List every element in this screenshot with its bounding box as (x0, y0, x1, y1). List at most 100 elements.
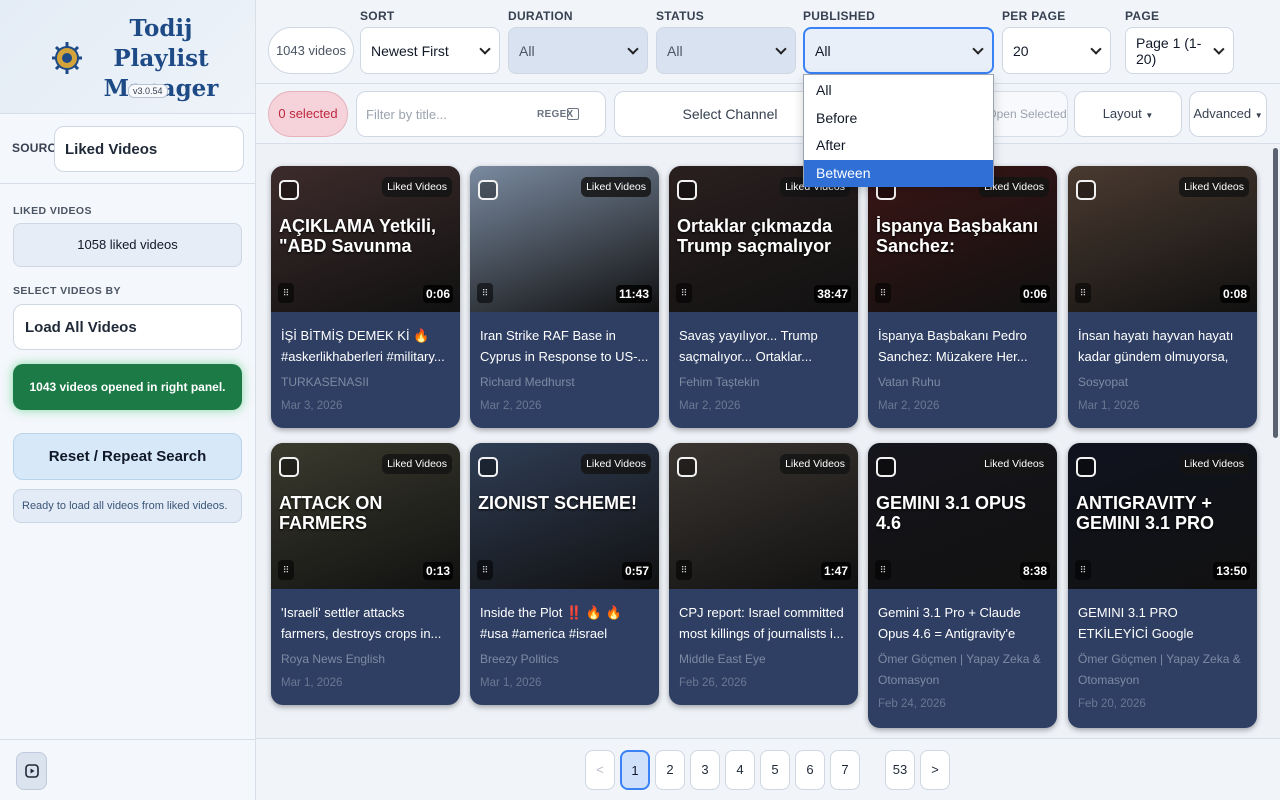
page-button[interactable]: 6 (795, 750, 825, 790)
video-title[interactable]: CPJ report: Israel committed most killin… (679, 602, 848, 646)
status-label: STATUS (656, 9, 705, 23)
video-thumbnail[interactable]: AÇIKLAMA Yetkili, "ABD Savunma Liked Vide… (271, 166, 460, 312)
source-badge: Liked Videos (581, 454, 651, 474)
video-card[interactable]: ZIONIST SCHEME! Liked Videos ⠿ 0:57 Inside t… (470, 443, 659, 705)
video-channel[interactable]: Ömer Göçmen | Yapay Zeka & Otomasyon (1078, 649, 1247, 691)
page-button[interactable]: 1 (620, 750, 650, 790)
video-thumbnail[interactable]: İspanya Başbakanı Sanchez: Liked Videos ⠿ 0… (868, 166, 1057, 312)
video-channel[interactable]: Sosyopat (1078, 372, 1247, 393)
sort-select[interactable]: Newest First (360, 27, 500, 74)
prev-page-button[interactable]: < (585, 750, 615, 790)
video-title[interactable]: Inside the Plot ‼️ 🔥 🔥 #usa #america #is… (480, 602, 649, 646)
advanced-menu-button[interactable]: Advanced ▼ (1189, 91, 1267, 137)
next-page-button[interactable]: > (920, 750, 950, 790)
page-select[interactable]: Page 1 (1-20) (1125, 27, 1234, 74)
video-channel[interactable]: Middle East Eye (679, 649, 848, 670)
video-card[interactable]: Liked Videos ⠿ 0:08 İnsan hayatı hayvan hay… (1068, 166, 1257, 428)
drag-handle-icon[interactable]: ⠿ (278, 560, 294, 580)
video-channel[interactable]: Fehim Taştekin (679, 372, 848, 393)
select-checkbox[interactable] (876, 457, 896, 477)
video-title[interactable]: Gemini 3.1 Pro + Claude Opus 4.6 = Antig… (878, 602, 1047, 646)
video-thumbnail[interactable]: ZIONIST SCHEME! Liked Videos ⠿ 0:57 (470, 443, 659, 589)
video-card[interactable]: GEMINI 3.1 OPUS 4.6 Liked Videos ⠿ 8:38 Gemi… (868, 443, 1057, 728)
per-page-select[interactable]: 20 (1002, 27, 1111, 74)
select-by-dropdown[interactable]: Load All Videos (13, 304, 242, 350)
video-channel[interactable]: Richard Medhurst (480, 372, 649, 393)
last-page-button[interactable]: 53 (885, 750, 915, 790)
duration-select[interactable]: All (508, 27, 648, 74)
video-thumbnail[interactable]: Liked Videos ⠿ 0:08 (1068, 166, 1257, 312)
video-grid: AÇIKLAMA Yetkili, "ABD Savunma Liked Vide… (256, 144, 1280, 738)
published-option[interactable]: Before (804, 105, 993, 133)
published-option-highlighted[interactable]: Between (804, 159, 993, 187)
video-channel[interactable]: Ömer Göçmen | Yapay Zeka & Otomasyon (878, 649, 1047, 691)
drag-handle-icon[interactable]: ⠿ (676, 560, 692, 580)
video-thumbnail[interactable]: ANTIGRAVITY + GEMINI 3.1 PRO Liked Videos… (1068, 443, 1257, 589)
select-checkbox[interactable] (478, 457, 498, 477)
video-channel[interactable]: Vatan Ruhu (878, 372, 1047, 393)
drag-handle-icon[interactable]: ⠿ (477, 560, 493, 580)
drag-handle-icon[interactable]: ⠿ (278, 283, 294, 303)
layout-menu-button[interactable]: Layout ▼ (1074, 91, 1182, 137)
published-select[interactable]: All (803, 27, 994, 74)
select-checkbox[interactable] (677, 457, 697, 477)
gear-logo-icon (52, 42, 82, 74)
video-title[interactable]: GEMINI 3.1 PRO ETKİLEYİCİ Google AntiGra… (1078, 602, 1247, 646)
duration-badge: 0:08 (1219, 285, 1250, 303)
video-thumbnail[interactable]: Ortaklar çıkmazda Trump saçmalıyor Liked … (669, 166, 858, 312)
per-page-label: PER PAGE (1002, 9, 1066, 23)
video-thumbnail[interactable]: Liked Videos ⠿ 1:47 (669, 443, 858, 589)
video-card[interactable]: AÇIKLAMA Yetkili, "ABD Savunma Liked Vide… (271, 166, 460, 428)
drag-handle-icon[interactable]: ⠿ (1075, 560, 1091, 580)
drag-handle-icon[interactable]: ⠿ (676, 283, 692, 303)
video-info: Iran Strike RAF Base in Cyprus in Respon… (470, 312, 659, 426)
status-message: 1043 videos opened in right panel. (13, 364, 242, 410)
select-checkbox[interactable] (279, 180, 299, 200)
select-checkbox[interactable] (279, 457, 299, 477)
status-select[interactable]: All (656, 27, 796, 74)
video-card[interactable]: Liked Videos ⠿ 1:47 CPJ report: Israel comm… (669, 443, 858, 705)
title-filter-input[interactable]: Filter by title... REGEX (356, 91, 606, 137)
open-selected-button[interactable]: Open Selected (986, 91, 1068, 137)
selected-count-button[interactable]: 0 selected (268, 91, 348, 137)
page-button[interactable]: 7 (830, 750, 860, 790)
video-card[interactable]: Liked Videos ⠿ 11:43 Iran Strike RAF Base i… (470, 166, 659, 428)
video-title[interactable]: Savaş yayılıyor... Trump saçmalıyor... O… (679, 325, 848, 369)
video-channel[interactable]: TURKASENASII (281, 372, 450, 393)
video-title[interactable]: İŞİ BİTMİŞ DEMEK Kİ 🔥 #askerlikhaberleri… (281, 325, 450, 369)
page-button[interactable]: 5 (760, 750, 790, 790)
video-channel[interactable]: Roya News English (281, 649, 450, 670)
video-title[interactable]: İnsan hayatı hayvan hayatı kadar gündem … (1078, 325, 1247, 369)
drag-handle-icon[interactable]: ⠿ (875, 283, 891, 303)
grid-scrollbar[interactable] (1273, 148, 1278, 438)
source-badge: Liked Videos (382, 454, 452, 474)
drag-handle-icon[interactable]: ⠿ (875, 560, 891, 580)
select-checkbox[interactable] (1076, 180, 1096, 200)
source-badge: Liked Videos (780, 454, 850, 474)
reset-search-button[interactable]: Reset / Repeat Search (13, 433, 242, 480)
panel-toggle-button[interactable] (16, 752, 47, 790)
video-card[interactable]: ATTACK ON FARMERS Liked Videos ⠿ 0:13 'Israe… (271, 443, 460, 705)
regex-checkbox[interactable] (567, 108, 579, 120)
video-channel[interactable]: Breezy Politics (480, 649, 649, 670)
video-card[interactable]: Ortaklar çıkmazda Trump saçmalıyor Liked … (669, 166, 858, 428)
published-option[interactable]: After (804, 132, 993, 160)
source-select[interactable]: Liked Videos (54, 126, 244, 172)
select-checkbox[interactable] (478, 180, 498, 200)
video-title[interactable]: İspanya Başbakanı Pedro Sanchez: Müzaker… (878, 325, 1047, 369)
video-card[interactable]: ANTIGRAVITY + GEMINI 3.1 PRO Liked Videos… (1068, 443, 1257, 728)
video-thumbnail[interactable]: Liked Videos ⠿ 11:43 (470, 166, 659, 312)
page-button[interactable]: 3 (690, 750, 720, 790)
video-card[interactable]: İspanya Başbakanı Sanchez: Liked Videos ⠿ 0… (868, 166, 1057, 428)
video-thumbnail[interactable]: GEMINI 3.1 OPUS 4.6 Liked Videos ⠿ 8:38 (868, 443, 1057, 589)
page-button[interactable]: 4 (725, 750, 755, 790)
select-checkbox[interactable] (1076, 457, 1096, 477)
select-checkbox[interactable] (677, 180, 697, 200)
video-title[interactable]: Iran Strike RAF Base in Cyprus in Respon… (480, 325, 649, 369)
published-option[interactable]: All (804, 77, 993, 105)
drag-handle-icon[interactable]: ⠿ (1075, 283, 1091, 303)
page-button[interactable]: 2 (655, 750, 685, 790)
video-thumbnail[interactable]: ATTACK ON FARMERS Liked Videos ⠿ 0:13 (271, 443, 460, 589)
video-title[interactable]: 'Israeli' settler attacks farmers, destr… (281, 602, 450, 646)
drag-handle-icon[interactable]: ⠿ (477, 283, 493, 303)
